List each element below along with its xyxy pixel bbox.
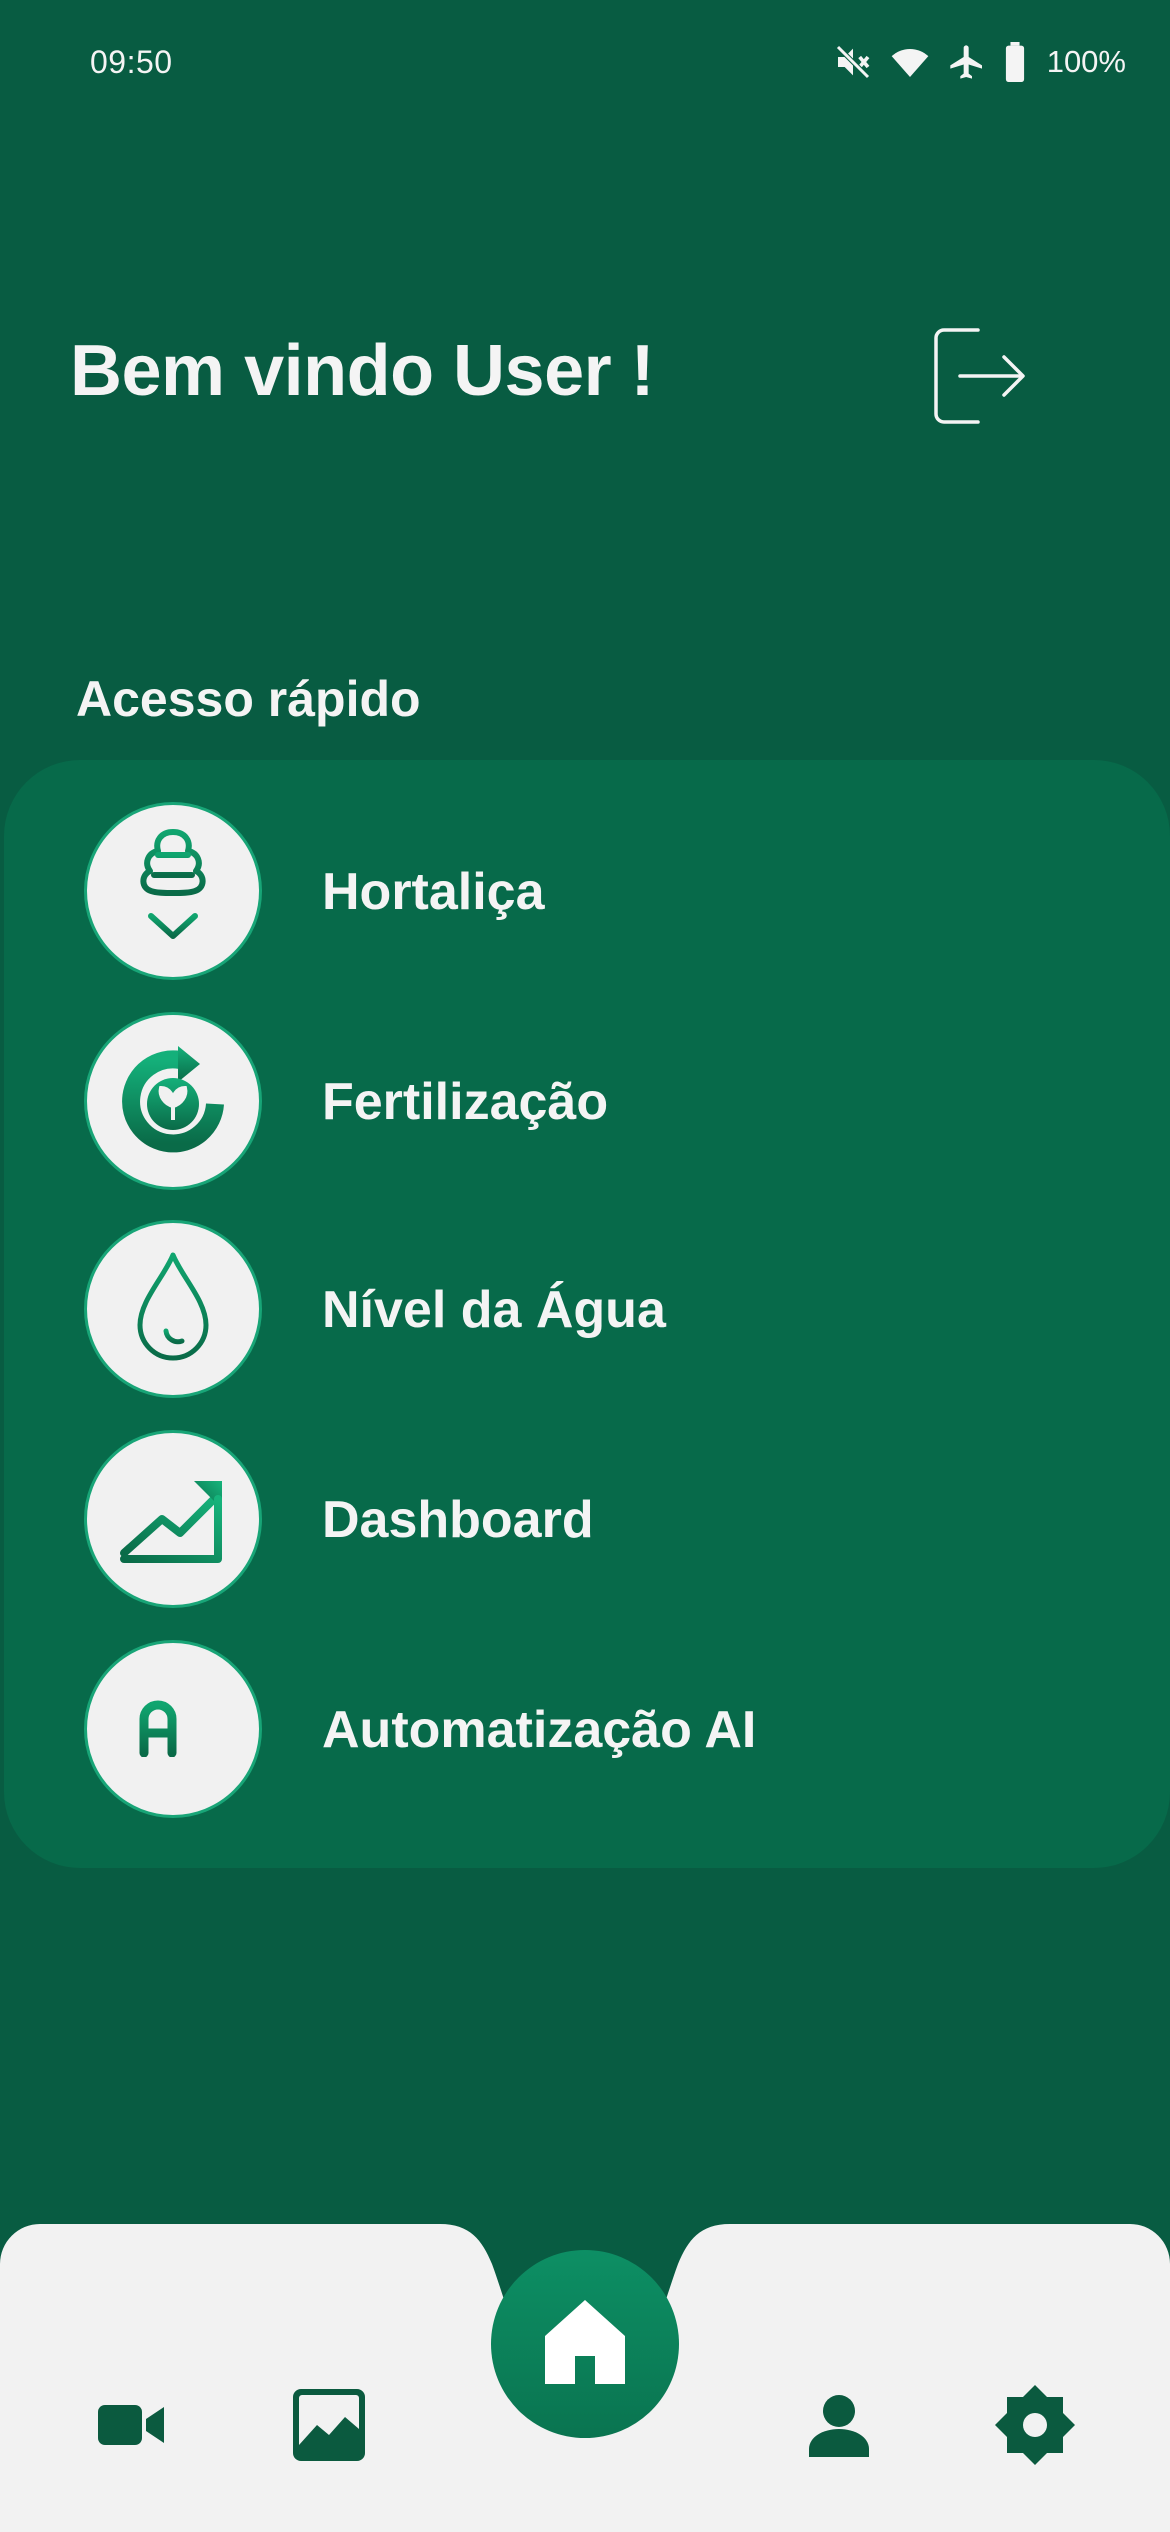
- quick-item-label: Fertilização: [322, 1073, 609, 1131]
- bottom-navigation: [0, 2200, 1170, 2532]
- quick-item-icon-circle: [84, 1220, 262, 1398]
- settings-gear-icon: [993, 2383, 1077, 2472]
- quick-item-nivel-agua[interactable]: Nível da Água: [84, 1220, 1084, 1400]
- logout-icon: [930, 328, 1030, 434]
- welcome-heading: Bem vindo User !: [70, 331, 655, 411]
- fertilize-cycle-icon: [118, 1044, 228, 1159]
- video-camera-icon: [96, 2401, 166, 2454]
- quick-access-panel: Hortaliça Fertilização Nível da Água Das…: [4, 760, 1170, 1868]
- quick-item-label: Nível da Água: [322, 1281, 666, 1339]
- trend-chart-icon: [118, 1469, 228, 1570]
- image-gallery-icon: [291, 2387, 367, 2468]
- nav-gallery-button[interactable]: [274, 2372, 384, 2482]
- quick-item-label: Automatização AI: [322, 1701, 757, 1759]
- status-bar: 09:50 100%: [0, 0, 1170, 120]
- wifi-icon: [889, 42, 931, 82]
- status-time: 09:50: [90, 44, 173, 80]
- quick-item-icon-circle: [84, 802, 262, 980]
- plant-icon: [118, 824, 228, 959]
- quick-item-label: Hortaliça: [322, 863, 545, 921]
- quick-item-automatizacao-ai[interactable]: Automatização AI: [84, 1640, 1084, 1820]
- nav-settings-button[interactable]: [980, 2372, 1090, 2482]
- mute-icon: [833, 42, 873, 82]
- status-icons: 100%: [833, 36, 1126, 88]
- user-icon: [807, 2393, 871, 2462]
- quick-item-icon-circle: [84, 1012, 262, 1190]
- logout-button[interactable]: [930, 320, 1030, 430]
- quick-item-label: Dashboard: [322, 1491, 594, 1549]
- quick-item-hortalica[interactable]: Hortaliça: [84, 802, 1084, 982]
- quick-item-fertilizacao[interactable]: Fertilização: [84, 1012, 1084, 1192]
- battery-percentage: 100%: [1046, 44, 1126, 79]
- quick-item-icon-circle: [84, 1640, 262, 1818]
- home-icon: [543, 2298, 627, 2391]
- nav-home-button[interactable]: [491, 2250, 679, 2438]
- section-title-quick-access: Acesso rápido: [76, 671, 421, 727]
- ai-text-icon: [138, 1697, 208, 1762]
- water-drop-icon: [128, 1247, 218, 1372]
- nav-video-button[interactable]: [76, 2372, 186, 2482]
- airplane-icon: [947, 42, 987, 82]
- battery-icon: [1003, 42, 1027, 82]
- nav-profile-button[interactable]: [784, 2372, 894, 2482]
- quick-item-dashboard[interactable]: Dashboard: [84, 1430, 1084, 1610]
- quick-item-icon-circle: [84, 1430, 262, 1608]
